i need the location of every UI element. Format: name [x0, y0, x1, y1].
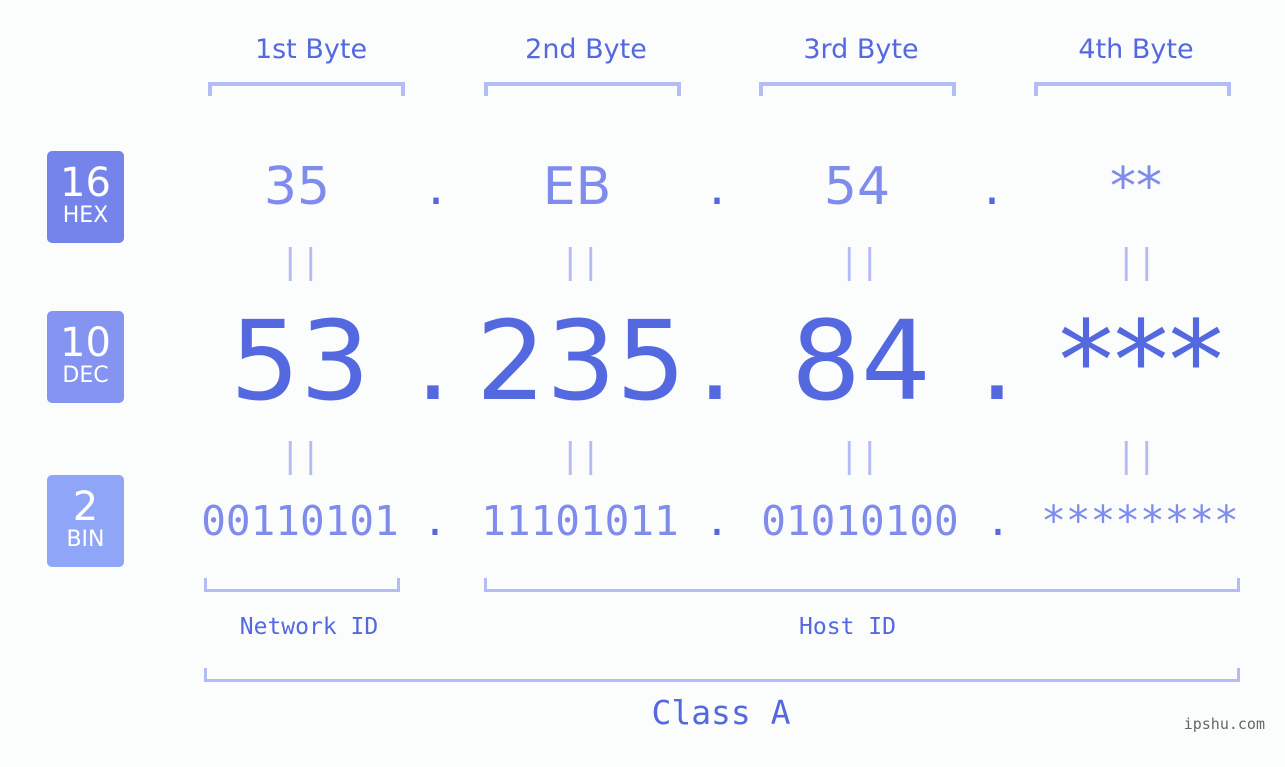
hex-base-number: 16 — [60, 160, 111, 206]
byte-header-3: 3rd Byte — [803, 34, 919, 65]
byte-bracket-4 — [1034, 82, 1231, 96]
byte-header-4: 4th Byte — [1078, 34, 1194, 65]
dec-base-number: 10 — [60, 320, 111, 366]
bin-byte-2: 11101011 — [481, 497, 679, 545]
dec-byte-1: 53 — [230, 297, 370, 425]
hex-byte-4: ** — [1110, 157, 1162, 217]
equals-dec-bin-4: || — [1116, 436, 1157, 476]
equals-hex-dec-4: || — [1116, 242, 1157, 282]
hex-byte-2: EB — [542, 157, 612, 217]
equals-dec-bin-3: || — [839, 436, 880, 476]
watermark: ipshu.com — [1183, 715, 1265, 733]
bin-byte-1: 00110101 — [201, 497, 399, 545]
dec-byte-3: 84 — [791, 297, 931, 425]
equals-hex-dec-3: || — [839, 242, 880, 282]
hex-byte-3: 54 — [823, 157, 891, 217]
class-label: Class A — [651, 693, 791, 732]
byte-header-2: 2nd Byte — [525, 34, 647, 65]
bin-separator-3: . — [985, 497, 1011, 545]
byte-bracket-2 — [484, 82, 681, 96]
host-id-label: Host ID — [799, 614, 896, 640]
bin-separator-2: . — [704, 497, 730, 545]
network-id-bracket — [204, 578, 400, 592]
hex-badge: 16 HEX — [47, 151, 124, 243]
dec-base-label: DEC — [62, 363, 109, 388]
host-id-bracket — [484, 578, 1240, 592]
hex-separator-3: . — [983, 157, 1001, 217]
network-id-label: Network ID — [239, 614, 379, 640]
bin-separator-1: . — [422, 497, 448, 545]
bin-byte-3: 01010100 — [761, 497, 959, 545]
bin-byte-4: ******** — [1041, 497, 1239, 545]
equals-dec-bin-1: || — [280, 436, 321, 476]
equals-hex-dec-2: || — [560, 242, 601, 282]
dec-byte-4: *** — [1058, 297, 1224, 425]
byte-bracket-1 — [208, 82, 405, 96]
hex-separator-2: . — [708, 157, 726, 217]
class-bracket — [204, 668, 1240, 682]
equals-hex-dec-1: || — [280, 242, 321, 282]
dec-byte-2: 235 — [476, 297, 686, 425]
byte-header-1: 1st Byte — [254, 34, 368, 65]
hex-base-label: HEX — [62, 203, 109, 228]
bin-base-label: BIN — [66, 527, 105, 552]
byte-bracket-3 — [759, 82, 956, 96]
dec-badge: 10 DEC — [47, 311, 124, 403]
bin-base-number: 2 — [72, 484, 99, 530]
equals-dec-bin-2: || — [560, 436, 601, 476]
hex-separator-1: . — [427, 157, 445, 217]
hex-byte-1: 35 — [263, 157, 331, 217]
bin-badge: 2 BIN — [47, 475, 124, 567]
